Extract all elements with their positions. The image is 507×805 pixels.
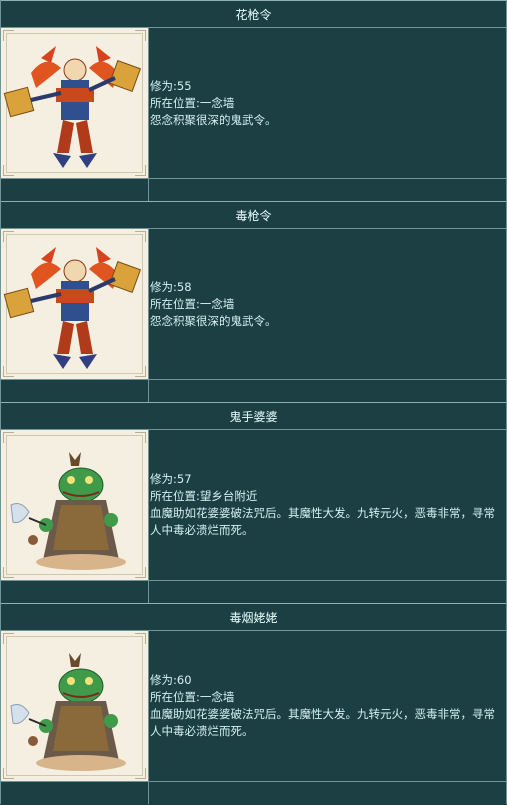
monster-name: 毒烟姥姥 bbox=[1, 605, 506, 631]
monster-info: 修为:57 所在位置:望乡台附近 血魔助如花婆婆破法咒后。其魔性大发。九转元火，… bbox=[149, 430, 506, 580]
monster-info: 修为:55 所在位置:一念墙 怨念积聚很深的鬼武令。 bbox=[149, 28, 506, 178]
toad-demon-icon bbox=[10, 452, 126, 570]
monster-list: 花枪令 修为:55 所在位置:一念墙 怨念积聚很深的鬼武令。 毒枪令 修为:58… bbox=[0, 0, 507, 805]
monster-description: 血魔助如花婆婆破法咒后。其魔性大发。九转元火，恶毒非常，寻常人中毒必溃烂而死。 bbox=[150, 506, 495, 537]
monster-portrait bbox=[1, 28, 149, 178]
monster-info: 修为:58 所在位置:一念墙 怨念积聚很深的鬼武令。 bbox=[149, 229, 506, 379]
monster-info: 修为:60 所在位置:一念墙 血魔助如花婆婆破法咒后。其魔性大发。九转元火，恶毒… bbox=[149, 631, 506, 781]
monster-entry: 鬼手婆婆 修为:57 所在位置:望乡台附近 血魔助如花婆婆破法咒后。其魔性大发。… bbox=[0, 402, 507, 603]
monster-portrait bbox=[1, 631, 149, 781]
monster-level: 修为:58 bbox=[150, 279, 192, 294]
ghost-warrior-icon bbox=[3, 247, 142, 369]
monster-name: 毒枪令 bbox=[1, 203, 506, 229]
monster-description: 怨念积聚很深的鬼武令。 bbox=[150, 112, 277, 127]
monster-level: 修为:55 bbox=[150, 78, 192, 93]
monster-entry: 毒枪令 修为:58 所在位置:一念墙 怨念积聚很深的鬼武令。 bbox=[0, 201, 507, 402]
ghost-warrior-icon bbox=[3, 46, 142, 168]
monster-level: 修为:60 bbox=[150, 673, 192, 687]
monster-entry: 花枪令 修为:55 所在位置:一念墙 怨念积聚很深的鬼武令。 bbox=[0, 0, 507, 201]
monster-portrait bbox=[1, 229, 149, 379]
monster-entry: 毒烟姥姥 修为:60 所在位置:一念墙 血魔助如花婆婆破法咒后。其魔性大发。九转… bbox=[0, 603, 507, 804]
toad-demon-icon bbox=[10, 653, 126, 771]
monster-location: 所在位置:一念墙 bbox=[150, 296, 235, 311]
monster-name: 鬼手婆婆 bbox=[1, 404, 506, 430]
monster-description: 怨念积聚很深的鬼武令。 bbox=[150, 313, 277, 328]
monster-portrait bbox=[1, 430, 149, 580]
monster-location: 所在位置:望乡台附近 bbox=[150, 489, 258, 503]
monster-level: 修为:57 bbox=[150, 472, 192, 486]
monster-description: 血魔助如花婆婆破法咒后。其魔性大发。九转元火，恶毒非常，寻常人中毒必溃烂而死。 bbox=[150, 707, 495, 738]
monster-name: 花枪令 bbox=[1, 2, 506, 28]
monster-location: 所在位置:一念墙 bbox=[150, 690, 235, 704]
monster-location: 所在位置:一念墙 bbox=[150, 95, 235, 110]
